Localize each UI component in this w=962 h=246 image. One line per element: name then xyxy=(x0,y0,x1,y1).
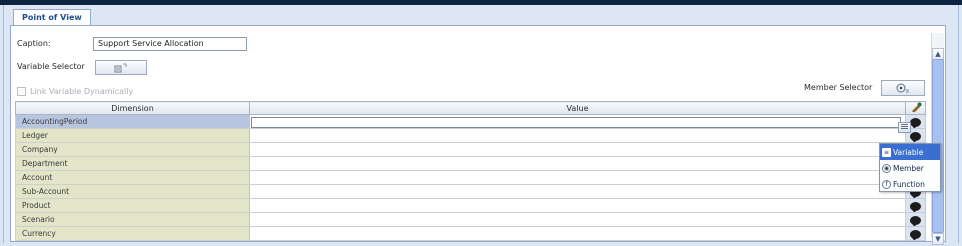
table-row[interactable]: AccountingPeriod xyxy=(15,114,926,129)
menu-item-label: Member xyxy=(893,163,924,173)
dimension-cell: Scenario xyxy=(15,212,250,227)
table-row[interactable]: Product xyxy=(15,198,926,213)
table-row[interactable]: Company xyxy=(15,142,926,157)
table-row[interactable]: Currency xyxy=(15,226,926,241)
pov-frame: Point of View Caption: Support Service A… xyxy=(3,5,959,245)
variable-selector-button[interactable] xyxy=(95,60,147,75)
actions-header xyxy=(905,101,926,115)
dimension-cell: AccountingPeriod xyxy=(15,114,250,129)
value-selector-button[interactable] xyxy=(898,122,911,133)
table-row[interactable]: Sub-Account xyxy=(15,184,926,199)
tab-point-of-view[interactable]: Point of View xyxy=(13,9,91,26)
selector-context-menu: ≡ Variable ◉ Member f Function xyxy=(879,143,941,192)
comment-icon[interactable] xyxy=(910,216,921,226)
table-row[interactable]: Department xyxy=(15,156,926,171)
variable-selector-label: Variable Selector xyxy=(17,62,85,71)
value-cell[interactable] xyxy=(249,198,906,213)
table-row[interactable]: Account xyxy=(15,170,926,185)
link-variable-box[interactable] xyxy=(17,87,26,96)
vertical-scrollbar[interactable]: ▲ ▼ xyxy=(931,33,944,245)
value-cell[interactable] xyxy=(249,212,906,227)
value-cell[interactable] xyxy=(249,170,906,185)
member-selector-label: Member Selector xyxy=(804,83,873,92)
menu-item-member[interactable]: ◉ Member xyxy=(880,160,940,176)
table-row[interactable]: Ledger xyxy=(15,128,926,143)
dimension-cell: Currency xyxy=(15,226,250,241)
table-row[interactable]: Scenario xyxy=(15,212,926,227)
menu-item-variable[interactable]: ≡ Variable xyxy=(880,144,940,160)
value-cell[interactable] xyxy=(249,184,906,199)
value-header: Value xyxy=(249,101,906,115)
dimension-cell: Department xyxy=(15,156,250,171)
menu-item-function[interactable]: f Function xyxy=(880,176,940,192)
value-cell[interactable] xyxy=(249,114,906,129)
caption-input[interactable]: Support Service Allocation xyxy=(93,37,247,51)
grid-header-row: Dimension Value xyxy=(15,101,926,115)
link-variable-label: Link Variable Dynamically xyxy=(30,87,134,96)
dimension-cell: Ledger xyxy=(15,128,250,143)
comment-icon[interactable] xyxy=(910,118,921,128)
edit-icon xyxy=(911,102,921,113)
menu-item-label: Function xyxy=(893,179,925,189)
value-cell[interactable] xyxy=(249,156,906,171)
pov-panel: Caption: Support Service Allocation Vari… xyxy=(10,25,946,245)
value-cell[interactable] xyxy=(249,128,906,143)
dimension-cell: Product xyxy=(15,198,250,213)
variable-selector-icon xyxy=(114,63,127,72)
dimension-header: Dimension xyxy=(15,101,250,115)
value-cell[interactable] xyxy=(249,142,906,157)
value-cell[interactable] xyxy=(249,226,906,241)
dimension-cell: Sub-Account xyxy=(15,184,250,199)
member-selector-button[interactable] xyxy=(881,80,925,96)
comment-icon[interactable] xyxy=(910,132,921,142)
dimension-cell: Account xyxy=(15,170,250,185)
action-cell[interactable] xyxy=(905,198,926,213)
link-variable-checkbox[interactable]: Link Variable Dynamically xyxy=(17,87,133,96)
dimension-cell: Company xyxy=(15,142,250,157)
member-selector-icon xyxy=(896,83,909,93)
value-input[interactable] xyxy=(251,116,901,128)
comment-icon[interactable] xyxy=(910,230,921,240)
caption-label: Caption: xyxy=(17,39,51,48)
function-icon: f xyxy=(882,179,891,189)
list-icon xyxy=(901,124,908,129)
variable-icon: ≡ xyxy=(882,147,891,157)
action-cell[interactable] xyxy=(905,226,926,241)
comment-icon[interactable] xyxy=(910,202,921,212)
pov-grid: Dimension Value AccountingPeriod Ledger … xyxy=(15,101,926,241)
menu-item-label: Variable xyxy=(893,147,924,157)
action-cell[interactable] xyxy=(905,212,926,227)
scroll-down-icon[interactable]: ▼ xyxy=(932,233,944,245)
member-icon: ◉ xyxy=(882,163,891,173)
